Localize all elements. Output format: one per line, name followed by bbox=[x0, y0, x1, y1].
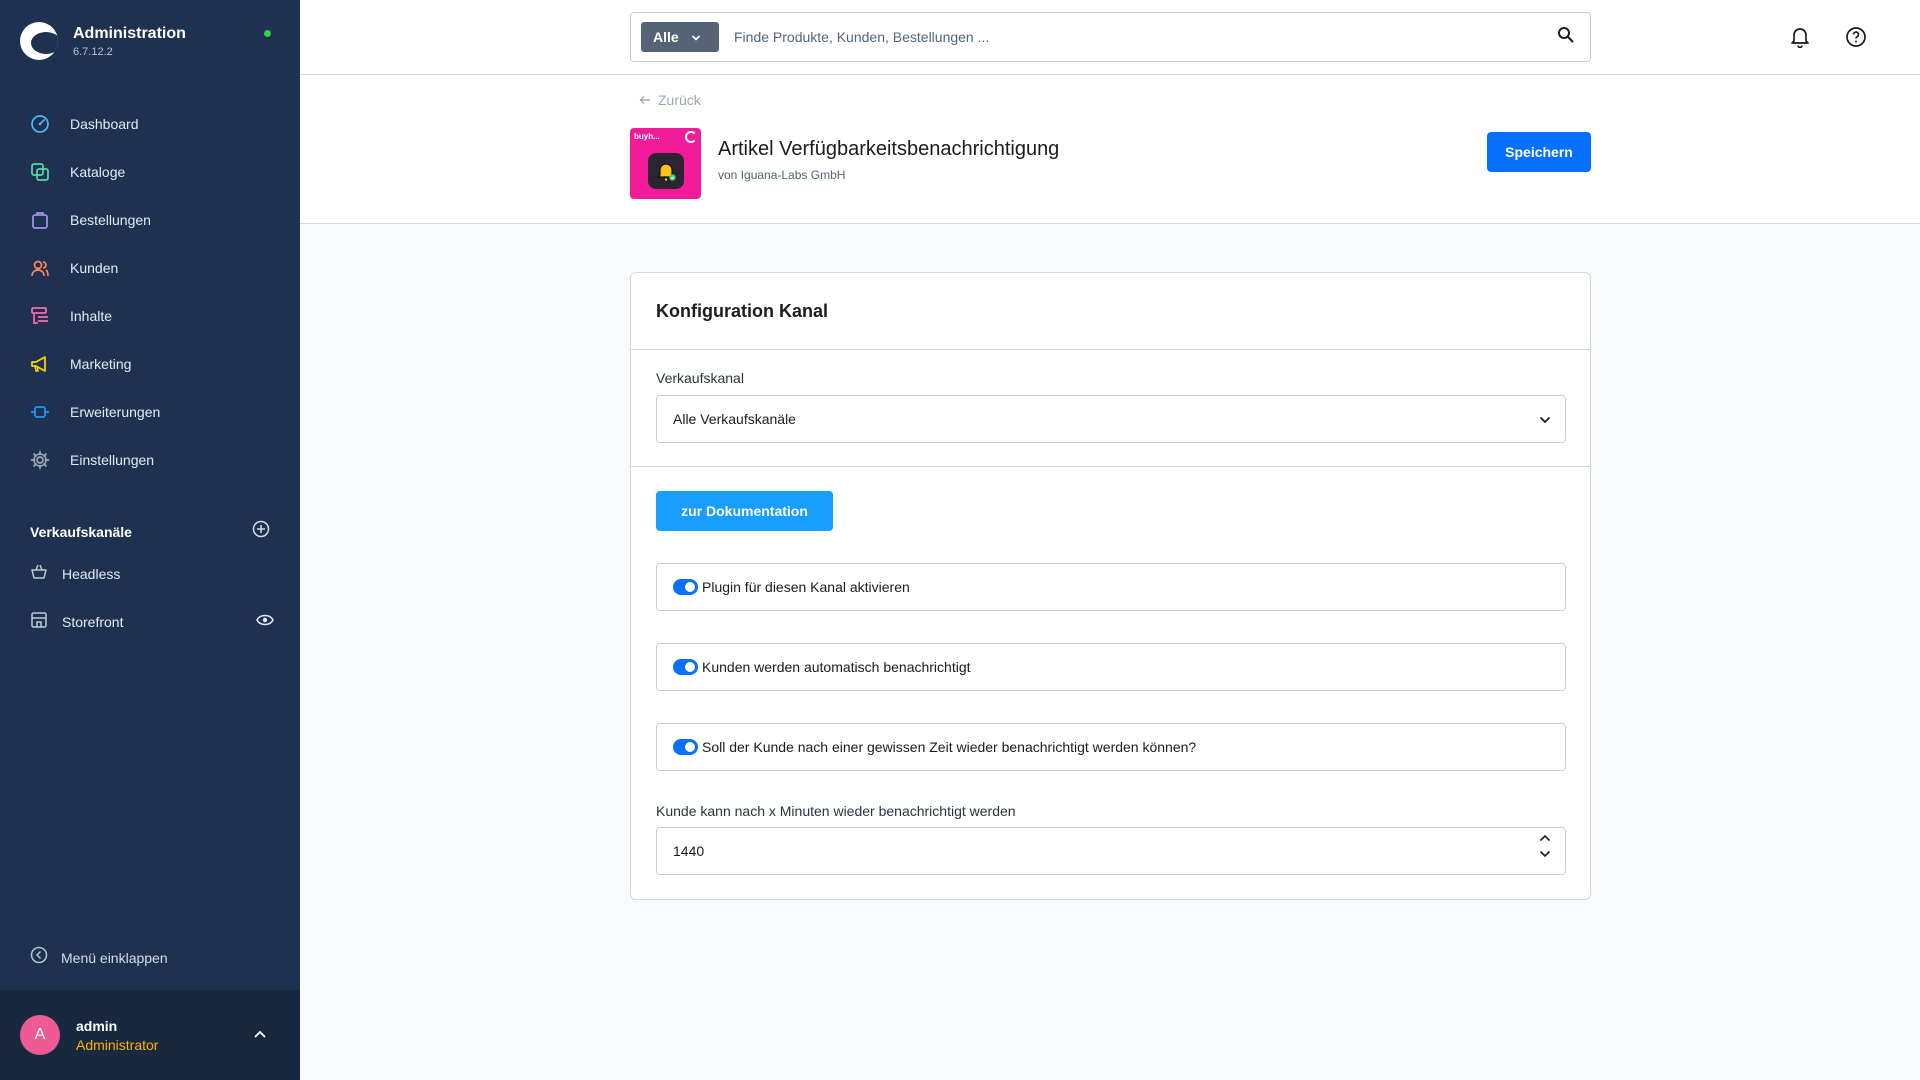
sidebar-item-content[interactable]: Inhalte bbox=[0, 292, 300, 340]
sales-channel-field-label: Verkaufskanal bbox=[656, 370, 744, 386]
notification-bell-icon bbox=[648, 153, 684, 189]
chevron-down-icon[interactable] bbox=[1539, 850, 1551, 858]
divider bbox=[631, 466, 1590, 467]
sidebar-item-customers[interactable]: Kunden bbox=[0, 244, 300, 292]
app-version: 6.7.12.2 bbox=[73, 46, 113, 58]
toggle-switch[interactable] bbox=[673, 739, 698, 755]
sidebar-item-label: Marketing bbox=[70, 356, 132, 372]
user-role: Administrator bbox=[76, 1037, 159, 1053]
sidebar-item-label: Erweiterungen bbox=[70, 404, 161, 420]
search-type-label: Alle bbox=[653, 29, 679, 45]
minutes-number-field[interactable]: 1440 bbox=[656, 827, 1566, 875]
plugin-icon-badge: buyh... bbox=[634, 132, 660, 141]
minutes-field-label: Kunde kann nach x Minuten wieder benachr… bbox=[656, 803, 1016, 819]
basket-icon bbox=[30, 563, 48, 586]
sidebar-item-extensions[interactable]: Erweiterungen bbox=[0, 388, 300, 436]
megaphone-icon bbox=[29, 353, 51, 375]
shopware-mini-icon bbox=[685, 131, 697, 143]
sidebar-item-label: Bestellungen bbox=[70, 212, 151, 228]
bell-icon[interactable] bbox=[1788, 25, 1812, 49]
sidebar-item-label: Kunden bbox=[70, 260, 119, 276]
chevron-down-icon bbox=[1539, 411, 1551, 427]
config-card: Konfiguration Kanal Verkaufskanal Alle V… bbox=[630, 272, 1591, 900]
minutes-value: 1440 bbox=[673, 843, 705, 859]
main-nav: Dashboard Kataloge Bestellungen Kunden I… bbox=[0, 100, 300, 484]
sales-channel-select[interactable]: Alle Verkaufskanäle bbox=[656, 395, 1566, 443]
sidebar: Administration 6.7.12.2 Dashboard Katalo… bbox=[0, 0, 300, 1080]
sidebar-item-label: Einstellungen bbox=[70, 452, 155, 468]
sidebar-item-label: Inhalte bbox=[70, 308, 113, 324]
search-icon bbox=[1557, 26, 1574, 48]
users-icon bbox=[29, 257, 51, 279]
toggle-label: Kunden werden automatisch benachrichtigt bbox=[702, 659, 971, 675]
gear-icon bbox=[29, 449, 51, 471]
top-bar: Alle bbox=[300, 0, 1920, 75]
arrow-left-icon bbox=[639, 96, 650, 104]
toggle-switch[interactable] bbox=[673, 579, 698, 595]
sales-channel-select-value: Alle Verkaufskanäle bbox=[673, 411, 796, 427]
search-button[interactable] bbox=[1540, 13, 1590, 61]
user-name: admin bbox=[76, 1018, 118, 1034]
shopping-bag-icon bbox=[29, 209, 51, 231]
sidebar-item-orders[interactable]: Bestellungen bbox=[0, 196, 300, 244]
catalog-icon bbox=[29, 161, 51, 183]
online-status-dot bbox=[264, 30, 271, 37]
shopware-logo bbox=[20, 22, 58, 60]
chevron-left-circle-icon bbox=[30, 946, 48, 969]
chevron-up-icon[interactable] bbox=[1539, 834, 1551, 842]
sidebar-item-dashboard[interactable]: Dashboard bbox=[0, 100, 300, 148]
global-search: Alle bbox=[630, 12, 1591, 62]
eye-icon[interactable] bbox=[256, 613, 274, 632]
chevron-down-icon bbox=[691, 29, 701, 45]
plug-icon bbox=[29, 401, 51, 423]
help-icon[interactable] bbox=[1844, 25, 1868, 49]
add-circle-icon[interactable] bbox=[252, 520, 270, 543]
toggle-switch[interactable] bbox=[673, 659, 698, 675]
toggle-plugin-active[interactable]: Plugin für diesen Kanal aktivieren bbox=[656, 563, 1566, 611]
sidebar-item-catalogs[interactable]: Kataloge bbox=[0, 148, 300, 196]
back-link[interactable]: Zurück bbox=[639, 92, 701, 108]
sales-channel-headless[interactable]: Headless bbox=[30, 554, 274, 594]
sales-channels-header: Verkaufskanäle bbox=[30, 520, 270, 543]
plugin-vendor: von Iguana-Labs GmbH bbox=[718, 168, 846, 182]
collapse-menu-button[interactable]: Menü einklappen bbox=[30, 946, 168, 969]
toggle-label: Soll der Kunde nach einer gewissen Zeit … bbox=[702, 739, 1197, 755]
toggle-auto-notify[interactable]: Kunden werden automatisch benachrichtigt bbox=[656, 643, 1566, 691]
card-title: Konfiguration Kanal bbox=[656, 301, 828, 321]
toggle-label: Plugin für diesen Kanal aktivieren bbox=[702, 579, 910, 595]
back-label: Zurück bbox=[658, 92, 701, 108]
sidebar-item-label: Dashboard bbox=[70, 116, 139, 132]
plugin-header: Zurück buyh... Artikel Verfügbarkeitsben… bbox=[300, 75, 1920, 224]
search-input[interactable] bbox=[734, 29, 1540, 45]
brand[interactable]: Administration 6.7.12.2 bbox=[20, 22, 186, 60]
app-title: Administration bbox=[73, 25, 186, 42]
divider bbox=[631, 349, 1590, 350]
number-stepper[interactable] bbox=[1539, 834, 1551, 858]
storefront-icon bbox=[30, 611, 48, 634]
plugin-icon: buyh... bbox=[630, 128, 701, 199]
sales-channel-label: Storefront bbox=[62, 614, 124, 630]
sales-channels-title: Verkaufskanäle bbox=[30, 523, 132, 540]
chevron-up-icon[interactable] bbox=[253, 1026, 267, 1044]
collapse-menu-label: Menü einklappen bbox=[61, 949, 168, 966]
content-icon bbox=[29, 305, 51, 327]
sales-channel-label: Headless bbox=[62, 566, 121, 582]
sidebar-item-label: Kataloge bbox=[70, 164, 126, 180]
sales-channel-storefront[interactable]: Storefront bbox=[30, 602, 274, 642]
page-title: Artikel Verfügbarkeitsbenachrichtigung bbox=[718, 138, 1060, 160]
sidebar-item-settings[interactable]: Einstellungen bbox=[0, 436, 300, 484]
search-type-dropdown[interactable]: Alle bbox=[641, 22, 719, 52]
toggle-renotify[interactable]: Soll der Kunde nach einer gewissen Zeit … bbox=[656, 723, 1566, 771]
avatar: A bbox=[20, 1015, 60, 1055]
gauge-icon bbox=[29, 113, 51, 135]
user-menu[interactable]: A admin Administrator bbox=[0, 990, 300, 1080]
documentation-button[interactable]: zur Dokumentation bbox=[656, 491, 833, 531]
sidebar-item-marketing[interactable]: Marketing bbox=[0, 340, 300, 388]
save-button[interactable]: Speichern bbox=[1487, 132, 1591, 172]
